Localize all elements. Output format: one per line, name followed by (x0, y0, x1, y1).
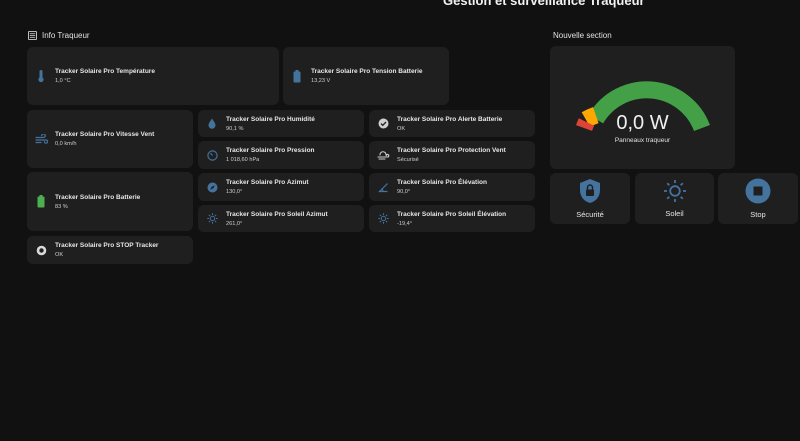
list-icon (28, 31, 37, 40)
card-pression[interactable]: Tracker Solaire Pro Pression 1 018,60 hP… (198, 141, 364, 169)
radio-icon (27, 245, 55, 256)
battery-green-icon (27, 195, 55, 208)
check-circle-icon (369, 118, 397, 129)
card-name: Tracker Solaire Pro Protection Vent (397, 147, 506, 154)
section-title: Nouvelle section (553, 31, 612, 40)
card-vitesse-vent[interactable]: Tracker Solaire Pro Vitesse Vent 0,0 km/… (27, 110, 193, 168)
soleil-button[interactable]: Soleil (635, 173, 714, 224)
card-name: Tracker Solaire Pro Température (55, 68, 155, 75)
card-alerte-batterie[interactable]: Tracker Solaire Pro Alerte Batterie OK (369, 110, 535, 137)
power-gauge-card[interactable]: 0,0 W Panneaux traqueur (550, 46, 735, 169)
card-name: Tracker Solaire Pro Élévation (397, 179, 487, 186)
gauge-icon (198, 149, 226, 161)
card-soleil-azimut[interactable]: Tracker Solaire Pro Soleil Azimut 261,0° (198, 205, 364, 232)
card-value: 0,0 km/h (55, 141, 77, 147)
card-humidite[interactable]: Tracker Solaire Pro Humidité 90,1 % (198, 110, 364, 137)
shield-lock-icon (580, 179, 600, 203)
button-label: Soleil (665, 209, 684, 218)
card-name: Tracker Solaire Pro STOP Tracker (55, 242, 159, 249)
sun-icon (198, 213, 226, 224)
button-label: Stop (750, 210, 766, 219)
card-value: -19,4° (397, 220, 412, 227)
card-value: 13,23 V (311, 78, 331, 84)
card-name: Tracker Solaire Pro Azimut (226, 179, 309, 186)
gauge-label: Panneaux traqueur (614, 137, 671, 144)
water-drop-icon (198, 118, 226, 129)
card-value: 261,0° (226, 220, 243, 227)
button-label: Sécurité (576, 210, 604, 219)
card-value: OK (397, 125, 406, 132)
card-azimut[interactable]: Tracker Solaire Pro Azimut 130,0° (198, 173, 364, 201)
card-value: 90,1 % (226, 125, 244, 132)
power-gauge (575, 81, 710, 132)
card-elevation[interactable]: Tracker Solaire Pro Élévation 90,0° (369, 173, 535, 201)
gauge-value: 0,0 W (616, 112, 669, 134)
card-value: OK (55, 252, 64, 258)
card-name: Tracker Solaire Pro Soleil Azimut (226, 210, 328, 218)
section-header-info: Info Traqueur (28, 31, 90, 40)
card-tension-batterie[interactable]: Tracker Solaire Pro Tension Batterie 13,… (283, 47, 449, 105)
sun-icon (663, 180, 686, 202)
card-value: 90,0° (397, 189, 411, 195)
card-value: 1,0 °C (55, 78, 71, 84)
card-temperature[interactable]: Tracker Solaire Pro Température 1,0 °C (27, 47, 279, 105)
card-value: 1 018,60 hPa (226, 157, 260, 163)
card-name: Tracker Solaire Pro Soleil Élévation (397, 210, 507, 218)
section-header-nouvelle: Nouvelle section (553, 31, 612, 40)
card-name: Tracker Solaire Pro Pression (226, 147, 315, 154)
card-value: Sécurisé (397, 157, 419, 163)
securite-button[interactable]: Sécurité (550, 173, 630, 224)
angle-icon (369, 182, 397, 193)
stop-button[interactable]: Stop (718, 173, 798, 224)
card-name: Tracker Solaire Pro Alerte Batterie (397, 115, 503, 123)
compass-icon (198, 182, 226, 193)
card-value: 83 % (55, 203, 68, 210)
card-name: Tracker Solaire Pro Vitesse Vent (55, 131, 155, 138)
battery-icon (283, 69, 311, 83)
card-stop-tracker[interactable]: Tracker Solaire Pro STOP Tracker OK (27, 236, 193, 264)
stop-circle-icon (745, 178, 771, 204)
card-soleil-elevation[interactable]: Tracker Solaire Pro Soleil Élévation -19… (369, 205, 535, 232)
section-title: Info Traqueur (42, 31, 90, 40)
card-protection-vent[interactable]: Tracker Solaire Pro Protection Vent Sécu… (369, 141, 535, 169)
card-batterie[interactable]: Tracker Solaire Pro Batterie 83 % (27, 172, 193, 231)
wind-icon (27, 133, 55, 145)
card-value: 130,0° (226, 189, 243, 195)
card-name: Tracker Solaire Pro Batterie (55, 193, 141, 201)
card-name: Tracker Solaire Pro Humidité (226, 115, 315, 123)
weather-windy-icon (369, 150, 397, 161)
card-name: Tracker Solaire Pro Tension Batterie (311, 68, 423, 75)
sun-icon (369, 213, 397, 224)
page-title: Gestion et surveillance Traqueur (443, 0, 645, 8)
thermometer-icon (27, 69, 55, 83)
